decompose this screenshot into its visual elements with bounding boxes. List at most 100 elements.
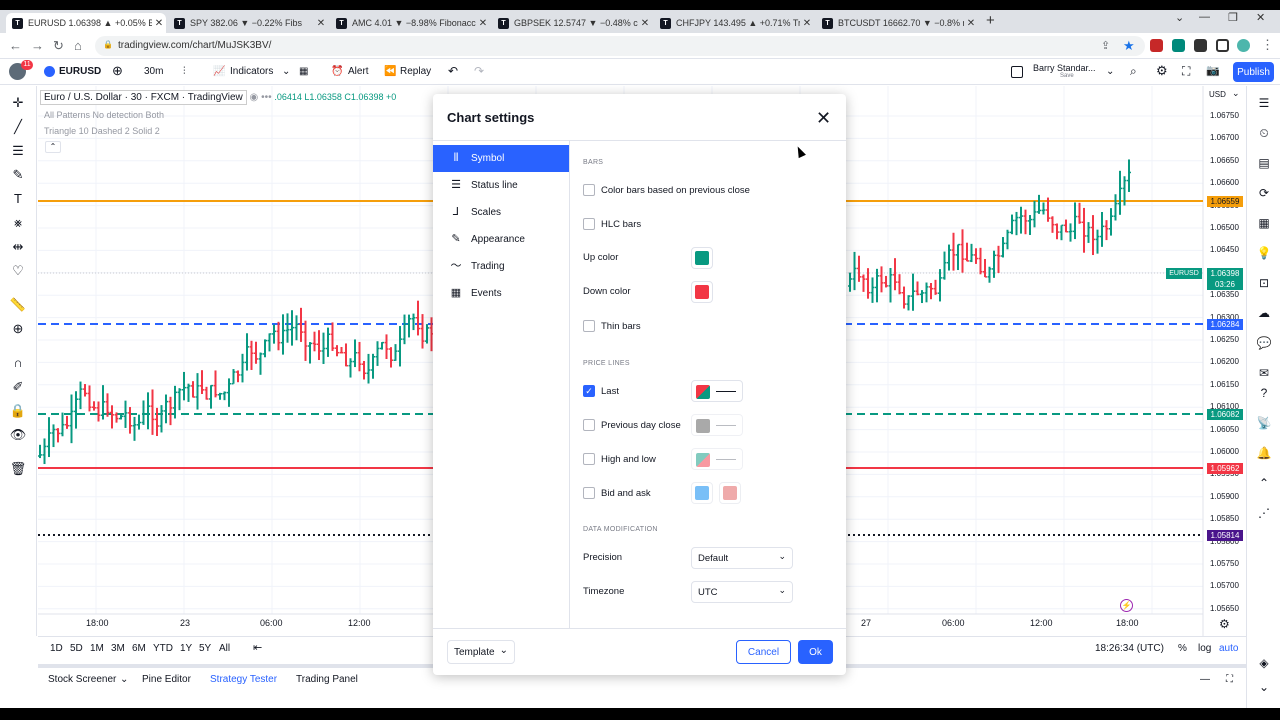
- checkbox[interactable]: [583, 320, 595, 332]
- thin-bars-checkbox[interactable]: Thin bars: [583, 320, 641, 332]
- browser-tab[interactable]: TGBPSEK 12.5747 ▼ −0.48% chart✕: [492, 13, 652, 33]
- close-tab-icon[interactable]: ✕: [314, 18, 328, 29]
- browser-tab[interactable]: T SPY 382.06 ▼ −0.22% Fibs ✕: [168, 13, 328, 33]
- heart-icon[interactable]: ♡: [9, 262, 27, 280]
- layers-icon[interactable]: ◈: [1255, 654, 1273, 672]
- currency-label[interactable]: USD: [1209, 90, 1226, 99]
- lock-icon[interactable]: 🔒: [9, 402, 27, 420]
- checkbox[interactable]: [583, 453, 595, 465]
- tab-events[interactable]: ▦ Events: [433, 280, 569, 307]
- tab-symbol[interactable]: ⫴ Symbol: [433, 145, 569, 172]
- undo-icon[interactable]: ↶: [448, 64, 458, 78]
- checkmark-icon[interactable]: ✓: [583, 385, 595, 397]
- last-line-style[interactable]: [691, 380, 743, 402]
- tab-status-line[interactable]: ☰ Status line: [433, 172, 569, 199]
- prev-close-line-style[interactable]: [691, 414, 743, 436]
- log-toggle[interactable]: log: [1198, 643, 1211, 654]
- alert-button[interactable]: Alert: [348, 66, 369, 77]
- maximize-icon[interactable]: ❐: [1228, 11, 1238, 24]
- close-window-icon[interactable]: ✕: [1256, 11, 1265, 24]
- down-color-swatch[interactable]: [691, 281, 713, 303]
- layout-icon[interactable]: [1011, 66, 1023, 78]
- range-1d[interactable]: 1D: [50, 643, 63, 654]
- symbol-title[interactable]: Euro / U.S. Dollar · 30 · FXCM · Trading…: [40, 90, 247, 105]
- tab-trading-panel[interactable]: Trading Panel: [296, 674, 358, 685]
- brush-icon[interactable]: ✎: [9, 166, 27, 184]
- range-ytd[interactable]: YTD: [153, 643, 173, 654]
- sidebar-icon[interactable]: [1216, 39, 1229, 52]
- close-tab-icon[interactable]: ✕: [964, 18, 978, 29]
- eye-icon[interactable]: 👁: [9, 426, 27, 444]
- tab-trading[interactable]: 〜 Trading: [433, 253, 569, 280]
- browser-tab[interactable]: TCHFJPY 143.495 ▲ +0.71% Triang✕: [654, 13, 814, 33]
- scale-settings-gear-icon[interactable]: ⚙: [1219, 617, 1230, 631]
- extension-icon[interactable]: [1172, 39, 1185, 52]
- search-icon[interactable]: ⌕: [1130, 64, 1137, 79]
- streams-icon[interactable]: ⊡: [1255, 274, 1273, 292]
- data-window-icon[interactable]: ⋰: [1255, 504, 1273, 522]
- bid-ask-checkbox[interactable]: Bid and ask: [583, 487, 651, 499]
- close-tab-icon[interactable]: ✕: [152, 18, 166, 29]
- tab-appearance[interactable]: ✎ Appearance: [433, 226, 569, 253]
- redo-icon[interactable]: ↷: [474, 64, 484, 78]
- pattern-icon[interactable]: ⨳: [9, 214, 27, 232]
- chevron-down-icon[interactable]: ⌄: [1106, 66, 1114, 77]
- clock-timezone[interactable]: 18:26:34 (UTC): [1095, 643, 1164, 654]
- chevron-down-icon[interactable]: ⌄: [282, 66, 290, 77]
- object-tree-icon[interactable]: ▤: [1255, 154, 1273, 172]
- alerts-clock-icon[interactable]: ⏲: [1255, 124, 1273, 142]
- forward-icon[interactable]: →: [31, 38, 44, 53]
- color-bars-prev-close-checkbox[interactable]: Color bars based on previous close: [583, 184, 750, 196]
- text-tool-icon[interactable]: T: [9, 190, 27, 208]
- maximize-panel-icon[interactable]: ⛶: [1226, 674, 1233, 685]
- notifications-bell-icon[interactable]: 🔔: [1255, 444, 1273, 462]
- date-range-icon[interactable]: ⇤: [253, 641, 262, 654]
- range-5d[interactable]: 5D: [70, 643, 83, 654]
- range-6m[interactable]: 6M: [132, 643, 146, 654]
- cloud-icon[interactable]: ☁: [1255, 304, 1273, 322]
- fib-retracement-icon[interactable]: ☰: [9, 142, 27, 160]
- trend-line-icon[interactable]: ╱: [9, 118, 27, 136]
- template-dropdown[interactable]: Template ⌄: [447, 640, 515, 664]
- range-5y[interactable]: 5Y: [199, 643, 211, 654]
- hotlist-icon[interactable]: ⟳: [1255, 184, 1273, 202]
- collapse-legend-icon[interactable]: ⌃: [45, 141, 61, 153]
- broadcast-icon[interactable]: 📡: [1255, 414, 1273, 432]
- high-low-line-style[interactable]: [691, 448, 743, 470]
- magnet-icon[interactable]: ∩: [9, 354, 27, 372]
- up-color-swatch[interactable]: [691, 247, 713, 269]
- indicator-legend-patterns[interactable]: All Patterns No detection Both: [44, 110, 164, 120]
- interval-selector[interactable]: 30m: [144, 66, 163, 77]
- extensions-puzzle-icon[interactable]: [1194, 39, 1207, 52]
- minimize-icon[interactable]: —: [1199, 11, 1210, 23]
- event-lightning-icon[interactable]: ⚡: [1120, 599, 1133, 612]
- replay-button[interactable]: Replay: [400, 66, 431, 77]
- browser-tab[interactable]: T BTCUSDT 16662.70 ▼ −0.8% ma ✕: [816, 13, 978, 33]
- close-icon[interactable]: ✕: [816, 108, 831, 129]
- profile-avatar-icon[interactable]: [1237, 39, 1250, 52]
- range-all[interactable]: All: [219, 643, 230, 654]
- tab-pine-editor[interactable]: Pine Editor: [142, 674, 191, 685]
- checkbox[interactable]: [583, 218, 595, 230]
- templates-grid-icon[interactable]: ▦: [299, 66, 308, 77]
- range-1y[interactable]: 1Y: [180, 643, 192, 654]
- indicator-legend-triangle[interactable]: Triangle 10 Dashed 2 Solid 2: [44, 126, 160, 136]
- prev-day-close-checkbox[interactable]: Previous day close: [583, 419, 681, 431]
- zoom-in-icon[interactable]: ⊕: [9, 320, 27, 338]
- close-tab-icon[interactable]: ✕: [638, 18, 652, 29]
- hlc-bars-checkbox[interactable]: HLC bars: [583, 218, 641, 230]
- ask-color-swatch[interactable]: [719, 482, 741, 504]
- expand-icon[interactable]: ⌄: [1255, 678, 1273, 696]
- bid-color-swatch[interactable]: [691, 482, 713, 504]
- cancel-button[interactable]: Cancel: [736, 640, 791, 664]
- checkbox[interactable]: [583, 487, 595, 499]
- tab-stock-screener[interactable]: Stock Screener: [48, 674, 116, 685]
- browser-tab[interactable]: T AMC 4.01 ▼ −8.98% Fibonacci S ✕: [330, 13, 490, 33]
- messages-icon[interactable]: ✉: [1255, 364, 1273, 382]
- chevron-down-icon[interactable]: ⌄: [1175, 11, 1184, 24]
- url-field[interactable]: 🔒 tradingview.com/chart/MuJSK3BV/: [95, 36, 1145, 56]
- symbol-search[interactable]: EURUSD: [59, 66, 101, 77]
- fullscreen-icon[interactable]: ⛶: [1182, 64, 1190, 79]
- ideas-bulb-icon[interactable]: 💡: [1255, 244, 1273, 262]
- timezone-select[interactable]: UTC ⌄: [691, 581, 793, 603]
